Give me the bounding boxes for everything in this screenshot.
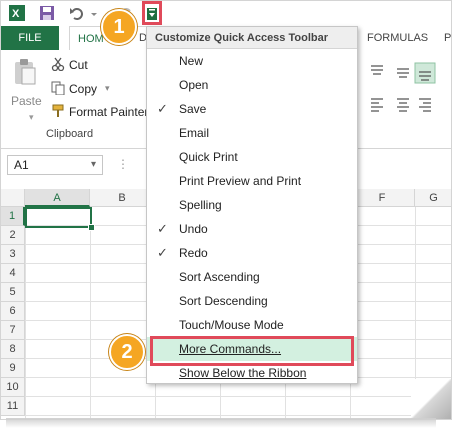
column-header[interactable]: F	[350, 189, 415, 207]
menu-item-spelling[interactable]: Spelling	[147, 193, 357, 217]
row-header[interactable]: 7	[1, 321, 25, 340]
select-all-corner[interactable]	[1, 189, 25, 207]
formula-bar-dots-icon: ⋮	[117, 157, 129, 171]
menu-item-new[interactable]: New	[147, 49, 357, 73]
row-header[interactable]: 11	[1, 397, 25, 416]
more-commands-highlight-frame	[150, 336, 354, 366]
tab-file[interactable]: FILE	[1, 26, 59, 50]
name-box-value: A1	[14, 158, 29, 172]
horizontal-alignment-icons[interactable]	[367, 96, 447, 114]
tab-formulas[interactable]: FORMULAS	[367, 26, 428, 50]
menu-item-label: Sort Ascending	[179, 270, 260, 284]
menu-item-touch-mouse-mode[interactable]: Touch/Mouse Mode	[147, 313, 357, 337]
checkmark-icon: ✓	[157, 101, 168, 116]
quick-access-toolbar: X	[1, 1, 451, 26]
customize-dropdown-icon	[147, 8, 157, 20]
copy-dropdown-icon[interactable]: ▾	[105, 83, 110, 94]
menu-item-save[interactable]: ✓ Save	[147, 97, 357, 121]
menu-item-label: Email	[179, 126, 210, 140]
selected-cell-a1[interactable]	[25, 207, 92, 228]
menu-item-label: Save	[179, 102, 207, 116]
menu-item-label: Quick Print	[179, 150, 238, 164]
menu-item-label: Spelling	[179, 198, 222, 212]
page-curl	[411, 379, 451, 419]
row-header[interactable]: 3	[1, 245, 25, 264]
menu-title: Customize Quick Access Toolbar	[147, 27, 357, 49]
menu-item-print-preview-and-print[interactable]: Print Preview and Print	[147, 169, 357, 193]
customize-qat-menu: Customize Quick Access Toolbar New Open ✓ S…	[146, 26, 358, 384]
svg-text:X: X	[12, 8, 20, 20]
menu-item-label: Open	[179, 78, 209, 92]
paste-dropdown-icon[interactable]: ▾	[29, 112, 34, 123]
clipboard-group-label: Clipboard	[46, 128, 94, 140]
step-2-callout: 2	[109, 334, 145, 370]
menu-item-open[interactable]: Open	[147, 73, 357, 97]
format-painter-icon	[52, 104, 64, 117]
format-painter-button[interactable]: Format Painter	[69, 105, 148, 119]
undo-dropdown-icon[interactable]	[89, 5, 99, 21]
row-header[interactable]: 8	[1, 340, 25, 359]
cut-icon	[51, 57, 65, 71]
fill-handle[interactable]	[88, 224, 95, 231]
excel-logo-icon[interactable]: X	[9, 5, 25, 21]
name-box[interactable]: A1 ▾	[7, 155, 103, 175]
copy-icon	[51, 81, 65, 95]
checkmark-icon: ✓	[157, 245, 168, 260]
paste-button[interactable]: Paste	[11, 94, 42, 108]
column-header[interactable]: G	[415, 189, 451, 207]
menu-item-undo[interactable]: ✓ Undo	[147, 217, 357, 241]
save-icon[interactable]	[39, 5, 55, 21]
row-header[interactable]: 10	[1, 378, 25, 397]
row-header[interactable]: 6	[1, 302, 25, 321]
column-header[interactable]: A	[25, 189, 90, 207]
menu-item-sort-descending[interactable]: Sort Descending	[147, 289, 357, 313]
menu-item-label: Sort Descending	[179, 294, 268, 308]
copy-button[interactable]: Copy	[69, 82, 97, 96]
page-shadow	[6, 418, 436, 428]
menu-item-redo[interactable]: ✓ Redo	[147, 241, 357, 265]
name-box-dropdown-icon[interactable]: ▾	[91, 156, 96, 174]
menu-item-quick-print[interactable]: Quick Print	[147, 145, 357, 169]
excel-screenshot: X FILE HOM D FORMULAS P Paste ▾ Cut Copy…	[0, 0, 452, 420]
vertical-alignment-icons[interactable]	[367, 62, 447, 84]
row-header[interactable]: 1	[1, 207, 25, 226]
step-1-callout: 1	[101, 9, 137, 45]
undo-icon[interactable]	[69, 5, 85, 21]
row-header[interactable]: 9	[1, 359, 25, 378]
menu-item-email[interactable]: Email	[147, 121, 357, 145]
menu-item-label: Undo	[179, 222, 208, 236]
customize-dropdown-button[interactable]	[142, 1, 162, 25]
row-header[interactable]: 5	[1, 283, 25, 302]
row-header[interactable]: 2	[1, 226, 25, 245]
menu-item-label: Touch/Mouse Mode	[179, 318, 284, 332]
menu-item-label: Redo	[179, 246, 208, 260]
cut-button[interactable]: Cut	[69, 58, 88, 72]
menu-item-sort-ascending[interactable]: Sort Ascending	[147, 265, 357, 289]
menu-item-label: Print Preview and Print	[179, 174, 302, 188]
tab-page-layout[interactable]: P	[444, 26, 451, 50]
checkmark-icon: ✓	[157, 221, 168, 236]
row-header[interactable]: 4	[1, 264, 25, 283]
paste-icon[interactable]	[13, 58, 37, 86]
menu-item-label: New	[179, 54, 204, 68]
